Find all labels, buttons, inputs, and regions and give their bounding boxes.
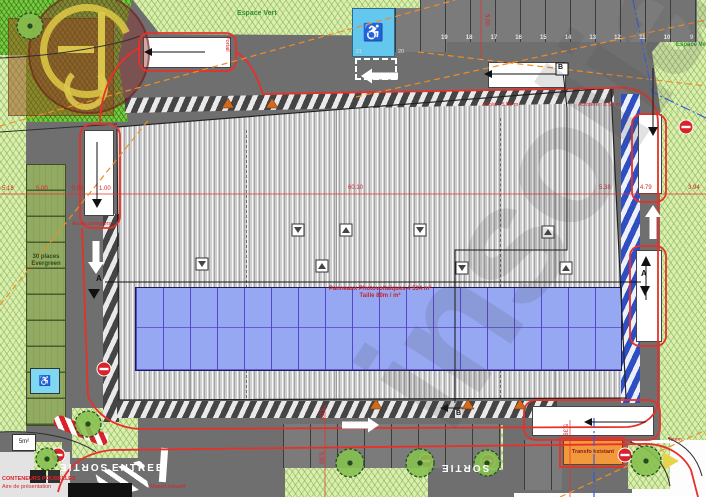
dim-3: 5.00 (72, 186, 84, 193)
arrow-left-top-icon (361, 69, 398, 84)
dim-v-right: 5.39 (561, 424, 568, 436)
handicap-stall-number-right: 20 (398, 49, 404, 55)
dim-8: 3.94 (688, 185, 700, 192)
handicap-stall-number-left: 21 (356, 49, 362, 55)
espace-vert-top-label: Espace Vert (237, 10, 277, 18)
sortie-left-label: SORTIE (58, 461, 107, 472)
stall-number: 18 (457, 35, 482, 42)
totem-label: Totem (668, 438, 682, 444)
stall-number: 19 (432, 35, 457, 42)
dim-4: 1.00 (99, 186, 111, 193)
section-a-left: A (96, 275, 102, 284)
entree-label: ENTREE (112, 463, 165, 474)
arrow-down-left-icon (88, 241, 104, 274)
dim-5: 60.10 (348, 185, 363, 192)
portail-label: Portail (224, 36, 230, 52)
site-plan: ♿ 5m² ♿ Transfo existant (0, 0, 706, 497)
acces-pompiers-label: Accès pompiers (72, 222, 114, 228)
dim-v-top: 5.00 (483, 14, 490, 26)
dim-2: 5.00 (36, 186, 48, 193)
massif-label: Massif arbustif (150, 484, 185, 490)
evergreen-label: 30 places Evergreen (22, 254, 70, 267)
stall-number: 17 (481, 35, 506, 42)
conteneurs-label-1: CONTENEURS POUBELLES (2, 476, 76, 482)
conteneurs-label-2: Aire de présentation (2, 484, 51, 490)
dim-1: 5.18 (2, 186, 14, 193)
section-a-right: A (641, 270, 647, 279)
